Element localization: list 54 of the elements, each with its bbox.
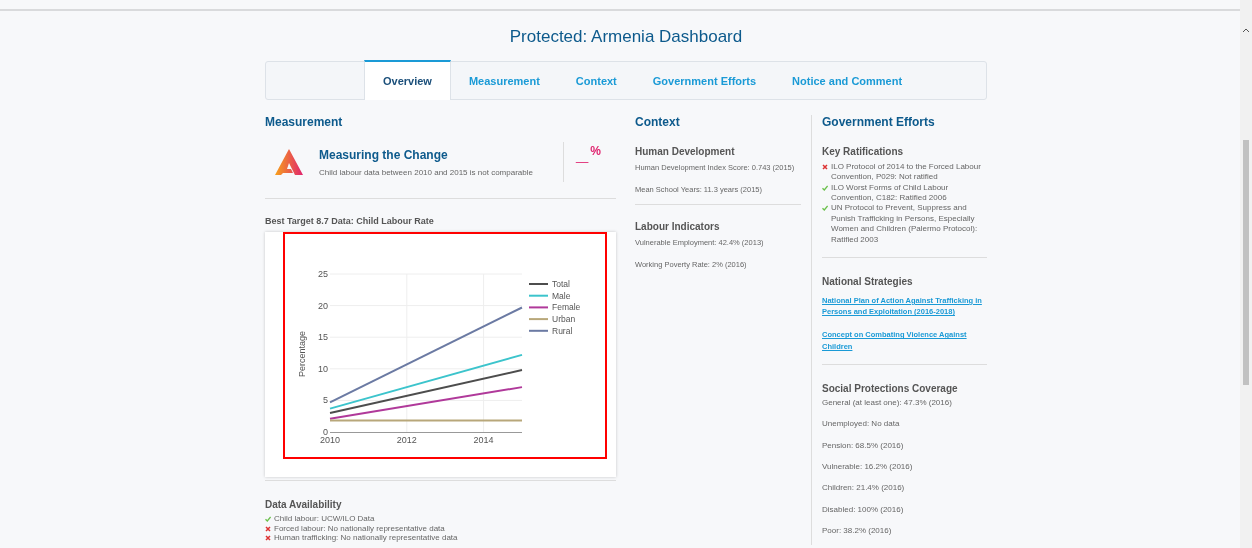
stat-text: Vulnerable: 16.2% (2016)	[822, 462, 914, 473]
card-title: Measuring the Change	[319, 146, 449, 164]
section-heading: Measurement	[265, 115, 344, 130]
list-item: ILO Protocol of 2014 to the Forced Labour Convention, P029: Not ratified	[831, 161, 982, 183]
legend-swatch	[528, 283, 549, 286]
section-subheading: Social Protections Coverage	[822, 381, 959, 396]
tick-label: 2014	[473, 435, 494, 446]
tab[interactable]: Context	[557, 62, 635, 101]
section-subheading: Data Availability	[265, 498, 343, 513]
legend-label: Male	[552, 291, 571, 301]
tick-label: 2012	[396, 435, 417, 446]
stat-text: Disabled: 100% (2016)	[822, 504, 905, 516]
tick-label: 5	[323, 395, 328, 406]
section-subheading: National Strategies	[822, 274, 914, 289]
tab[interactable]: Notice and Comment	[774, 62, 921, 101]
logo-icon	[275, 148, 303, 175]
scrollbar[interactable]	[1240, 0, 1252, 548]
section-heading: Context	[635, 115, 681, 130]
legend-swatch	[528, 306, 549, 309]
tab[interactable]: Measurement	[450, 62, 558, 101]
section-subheading: Labour Indicators	[635, 220, 721, 235]
legend-swatch	[528, 318, 549, 321]
legend-label: Urban	[552, 314, 576, 325]
axis-label: Percentage	[297, 331, 307, 378]
stat-text: Poor: 38.2% (2016)	[822, 526, 893, 537]
list-item: ILO Worst Forms of Child Labour Convention, C182: Ratified 2006	[831, 182, 950, 204]
list-item: UN Protocol to Prevent, Suppress and Punish Trafficking in Persons, Especially Women and Children (Palermo Protocol): Ratified 2003	[831, 203, 979, 245]
section-heading: Government Efforts	[822, 115, 936, 130]
unit-label: %	[590, 142, 601, 160]
stat-text: Children: 21.4% (2016)	[822, 483, 906, 494]
stat-text: General (at least one): 47.3% (2016)	[822, 397, 953, 409]
legend-label: Rural	[552, 326, 573, 337]
card-text: Child labour data between 2010 and 2015 is not comparable	[319, 167, 533, 178]
tick-label: 2010	[320, 435, 340, 446]
stat-value: _	[575, 141, 589, 164]
tab[interactable]: Government Efforts	[634, 62, 775, 101]
tick-label: 15	[318, 332, 328, 343]
list-item: Child labour: UCW/ILO Data	[274, 514, 375, 524]
page-title: Protected: Armenia Dashboard	[508, 27, 744, 48]
legend-label: Total	[552, 279, 570, 290]
list-item: Human trafficking: No nationally representative data	[274, 533, 458, 544]
tick-label: 10	[318, 364, 328, 375]
legend-label: Female	[552, 302, 581, 313]
tick-label: 25	[318, 269, 328, 280]
section-subheading: Human Development	[635, 144, 736, 159]
tick-label: 20	[318, 300, 328, 311]
tab[interactable]: Overview	[364, 60, 451, 101]
list-item: Forced labour: No nationally representative data	[274, 523, 445, 534]
section-subheading: Key Ratifications	[822, 144, 905, 159]
stat-text: Pension: 68.5% (2016)	[822, 440, 905, 452]
stat-text: Unemployed: No data	[822, 419, 901, 430]
legend-swatch	[528, 330, 549, 333]
chart-title: Best Target 8.7 Data: Child Labour Rate	[265, 214, 435, 228]
tick-label: 0	[323, 427, 328, 438]
